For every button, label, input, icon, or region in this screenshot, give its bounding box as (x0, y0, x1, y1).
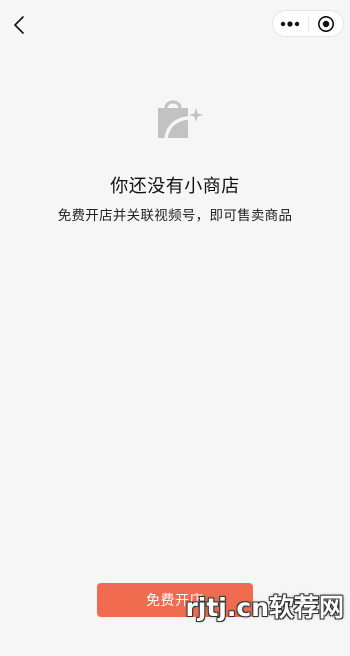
shopping-bag-sparkle-icon (158, 100, 203, 140)
miniprogram-capsule (272, 10, 344, 37)
target-close-icon (317, 15, 334, 32)
more-button[interactable] (273, 11, 308, 36)
more-dots-icon (281, 20, 300, 27)
chevron-left-icon (14, 16, 24, 34)
back-button[interactable] (8, 12, 30, 38)
watermark-text: rjtj.cn软荐网 (185, 593, 344, 622)
store-page: 你还没有小商店 免费开店并关联视频号，即可售卖商品 免费开店 rjtj.cn软荐… (0, 0, 350, 656)
empty-state-title: 你还没有小商店 (110, 176, 240, 197)
close-miniprogram-button[interactable] (308, 11, 343, 36)
empty-state-subtitle: 免费开店并关联视频号，即可售卖商品 (57, 208, 293, 224)
